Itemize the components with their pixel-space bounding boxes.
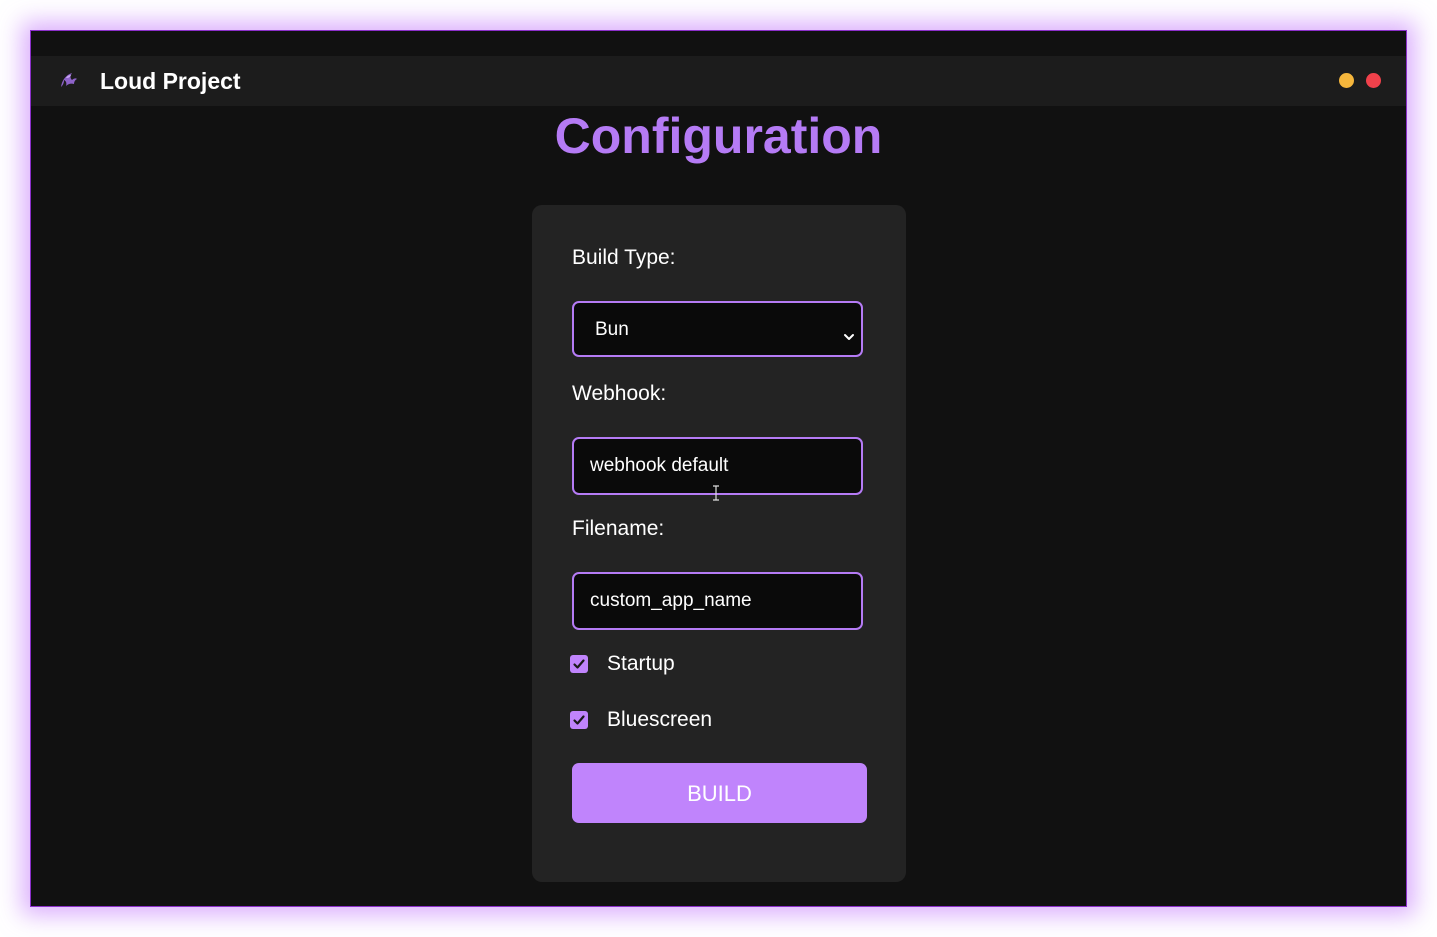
phoenix-logo-icon <box>57 69 79 91</box>
startup-checkbox[interactable] <box>570 655 588 673</box>
build-button[interactable]: BUILD <box>572 763 867 823</box>
filename-label: Filename: <box>572 517 665 540</box>
build-type-select[interactable]: Bun <box>572 301 863 357</box>
page-title: Configuration <box>554 108 883 164</box>
app-window: Loud Project Configuration Build Type: B… <box>30 30 1407 907</box>
title-bar: Loud Project <box>31 56 1406 106</box>
webhook-label: Webhook: <box>572 382 667 405</box>
filename-input[interactable] <box>572 572 863 630</box>
close-button[interactable] <box>1366 73 1381 88</box>
build-type-value: Bun <box>595 319 629 340</box>
startup-label: Startup <box>607 652 675 675</box>
app-title: Loud Project <box>100 68 241 94</box>
bluescreen-checkbox[interactable] <box>570 711 588 729</box>
checkmark-icon <box>573 715 585 725</box>
minimize-button[interactable] <box>1339 73 1354 88</box>
chevron-down-icon <box>843 325 855 340</box>
checkmark-icon <box>573 659 585 669</box>
bluescreen-label: Bluescreen <box>607 708 713 731</box>
text-cursor-icon <box>712 485 720 501</box>
config-card: Build Type: Bun Webhook: Filename: Start… <box>532 205 906 882</box>
build-type-label: Build Type: <box>572 246 676 269</box>
